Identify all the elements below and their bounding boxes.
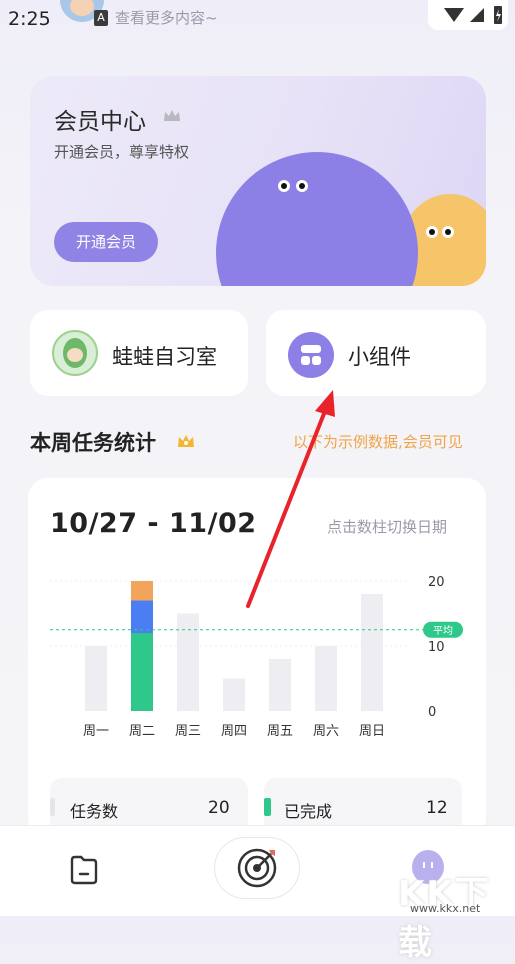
frog-study-room-label: 蛙蛙自习室 (112, 345, 217, 369)
y-tick-label: 0 (428, 705, 436, 720)
weekly-stats-title: 本周任务统计 (30, 431, 156, 455)
x-tick-label: 周五 (267, 724, 293, 739)
weekly-stats-card: 10/27 - 11/02 点击数柱切换日期 0 10 20 周一 周二 周三 周四 周五 周六… (28, 478, 486, 838)
completed-value: 12 (426, 798, 448, 818)
target-icon (237, 848, 277, 888)
y-tick-label: 10 (428, 640, 445, 655)
watermark-url: www.kkx.net (410, 902, 481, 915)
x-tick-label: 周二 (129, 724, 155, 739)
bar-segment[interactable] (131, 600, 153, 634)
bar[interactable] (315, 646, 337, 711)
bar-segment[interactable] (131, 633, 153, 711)
frog-study-room-card[interactable]: 蛙蛙自习室 (30, 310, 248, 396)
bar-segment[interactable] (131, 581, 153, 601)
open-membership-button[interactable]: 开通会员 (54, 222, 158, 262)
bar[interactable] (269, 659, 291, 711)
wifi-signal-battery-icon (444, 6, 502, 24)
bar[interactable] (85, 646, 107, 711)
switch-date-hint: 点击数柱切换日期 (327, 518, 448, 536)
crown-icon (164, 110, 180, 121)
completed-label: 已完成 (284, 802, 333, 821)
widget-label: 小组件 (348, 345, 411, 369)
date-range[interactable]: 10/27 - 11/02 (50, 508, 257, 539)
keyboard-indicator-icon: A (94, 10, 108, 26)
bar[interactable] (361, 594, 383, 711)
widget-icon (288, 332, 334, 378)
x-tick-label: 周一 (83, 724, 109, 739)
y-tick-label: 20 (428, 575, 445, 590)
x-tick-label: 周三 (175, 724, 201, 739)
x-tick-label: 周四 (221, 724, 247, 739)
task-count-label: 任务数 (70, 802, 119, 821)
sample-data-note: 以下为示例数据,会员可见 (293, 433, 463, 451)
status-time: 2:25 (8, 8, 51, 30)
task-count-value: 20 (208, 798, 230, 818)
member-center-title: 会员中心 (54, 109, 146, 135)
member-subtitle: 开通会员，尊享特权 (54, 143, 190, 161)
system-status-icons (428, 0, 508, 30)
widget-card[interactable]: 小组件 (266, 310, 486, 396)
average-label: 平均 (433, 625, 453, 637)
x-tick-label: 周六 (313, 724, 339, 739)
vip-crown-icon (178, 435, 194, 447)
watermark-logo: KK下载 (398, 874, 491, 963)
bar[interactable] (177, 613, 199, 712)
frog-avatar-icon (52, 330, 98, 376)
folder-icon[interactable] (68, 854, 100, 886)
bar[interactable] (223, 678, 245, 712)
weekly-task-chart: 0 10 20 周一 周二 周三 周四 周五 周六 周日 平均 (50, 575, 463, 739)
target-focus-button[interactable] (215, 838, 299, 898)
more-content-link[interactable]: 查看更多内容~ (115, 7, 218, 28)
member-center-card[interactable]: 会员中心 开通会员，尊享特权 开通会员 (30, 76, 486, 286)
x-tick-label: 周日 (359, 724, 385, 739)
purple-mascot (216, 152, 418, 286)
